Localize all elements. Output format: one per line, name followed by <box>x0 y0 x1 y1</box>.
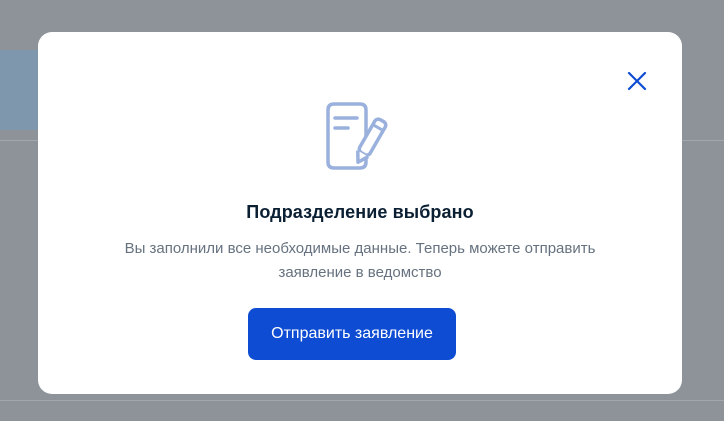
background-divider <box>0 400 724 401</box>
background-divider <box>682 140 724 141</box>
submit-application-button[interactable]: Отправить заявление <box>248 308 456 360</box>
background-overlay[interactable]: Подразделение выбрано Вы заполнили все н… <box>0 0 724 421</box>
background-panel <box>0 50 40 130</box>
modal-dialog: Подразделение выбрано Вы заполнили все н… <box>38 32 682 394</box>
document-pencil-icon <box>318 100 390 172</box>
modal-title: Подразделение выбрано <box>246 202 474 222</box>
modal-description: Вы заполнили все необходимые данные. Теп… <box>124 240 596 281</box>
close-icon[interactable] <box>624 68 650 94</box>
background-divider <box>0 140 40 141</box>
